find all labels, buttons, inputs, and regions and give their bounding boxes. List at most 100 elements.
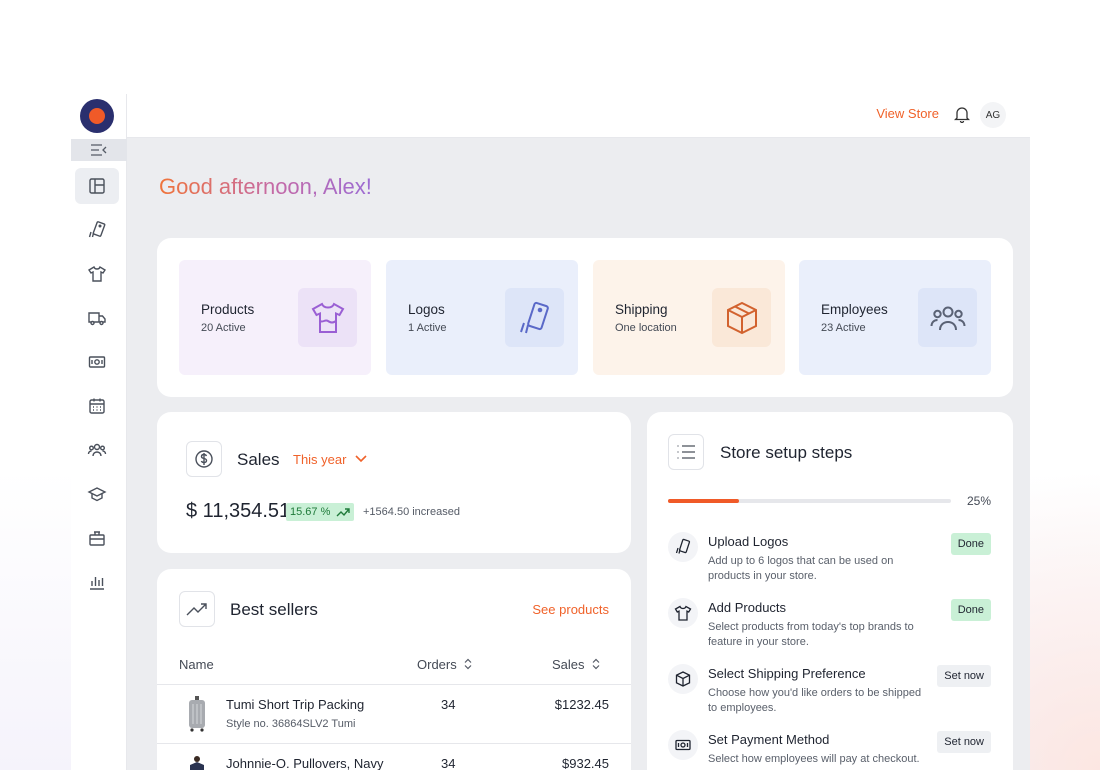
sidebar-item-logos[interactable] [75,212,119,248]
graduation-icon [87,487,107,502]
bell-icon[interactable] [954,105,970,123]
gift-icon [89,531,105,546]
column-header-orders[interactable]: Orders [417,657,473,672]
box-icon [726,301,757,334]
table-row-orders: 34 [441,697,456,712]
stat-subtitle: 1 Active [408,322,447,334]
list-icon [677,445,695,459]
luggage-thumbnail [189,696,205,732]
app-logo[interactable] [80,99,114,133]
trend-up-icon [336,508,350,517]
stat-icon-box [298,288,357,347]
step-title[interactable]: Select Shipping Preference [708,666,866,681]
shirt-icon [311,302,344,333]
step-description: Select how employees will pay at checkou… [708,753,920,765]
stat-title: Shipping [615,302,668,317]
table-row-name[interactable]: Tumi Short Trip Packing [226,697,364,712]
sales-amount: $ 11,354.51 [186,500,291,522]
step-title[interactable]: Upload Logos [708,534,788,549]
step-status-badge: Done [950,533,991,555]
see-products-link[interactable]: See products [532,602,609,617]
setup-title: Store setup steps [720,443,853,462]
avatar[interactable]: AG [980,102,1006,128]
shirt-icon [674,605,692,621]
table-divider [157,684,631,685]
table-row-sales: $932.45 [562,756,609,770]
tag-icon [675,538,691,554]
setup-progress-fill [668,499,739,503]
step-title[interactable]: Set Payment Method [708,732,829,747]
column-header-name[interactable]: Name [179,657,214,672]
period-select[interactable]: This year [293,452,346,467]
sidebar-item-dashboard[interactable] [75,168,119,204]
table-row-name[interactable]: Johnnie-O. Pullovers, Navy [226,756,384,770]
stat-employees[interactable]: Employees 23 Active [799,260,991,375]
pullover-thumbnail [190,756,204,770]
step-icon-box [668,730,698,760]
column-header-sales[interactable]: Sales [552,657,601,672]
stat-logos[interactable]: Logos 1 Active [386,260,578,375]
setup-icon-box [668,434,704,470]
sidebar-item-reports[interactable] [75,564,119,600]
table-divider [157,743,631,744]
change-percent: 15.67 % [290,506,331,518]
tag-icon [519,301,549,333]
sidebar-item-products[interactable] [75,256,119,292]
stat-products[interactable]: Products 20 Active [179,260,371,375]
bar-chart-icon [90,577,104,590]
step-description: Add up to 6 logos that can be used on pr… [708,555,894,582]
setup-progress-label: 25% [966,494,991,508]
page-greeting: Good afternoon, Alex! [159,174,372,199]
sidebar-item-employees[interactable] [75,432,119,468]
sales-card: Sales This year $ 11,354.51 15.67 % +156… [157,412,631,553]
stat-icon-box [918,288,977,347]
stat-icon-box [712,288,771,347]
best-sellers-icon-box [179,591,215,627]
trend-up-icon [186,603,207,616]
sidebar-item-courses[interactable] [75,476,119,512]
table-row-style: Style no. 36864SLV2 Tumi [226,718,356,730]
users-icon [930,306,965,330]
top-bar: View Store AG [127,94,1030,138]
stat-subtitle: 23 Active [821,322,866,334]
sidebar-item-shipping[interactable] [75,300,119,336]
dollar-icon [195,450,213,468]
best-sellers-title: Best sellers [230,600,318,619]
stat-subtitle: One location [615,322,677,334]
sidebar-item-gifts[interactable] [75,520,119,556]
stat-subtitle: 20 Active [201,322,246,334]
stat-title: Employees [821,302,888,317]
set-now-button[interactable]: Set now [937,665,991,687]
shirt-icon [88,265,106,282]
stat-title: Products [201,302,255,317]
view-store-link[interactable]: View Store [876,106,939,121]
layout-icon [89,178,105,194]
chevron-down-icon[interactable] [353,452,369,466]
step-icon-box [668,598,698,628]
table-row-sales: $1232.45 [554,697,609,712]
step-icon-box [668,664,698,694]
set-now-button[interactable]: Set now [937,731,991,753]
truck-icon [88,312,106,326]
tag-icon [88,221,106,238]
sort-icon [464,658,472,670]
cash-icon [88,356,106,368]
sidebar-item-calendar[interactable] [75,388,119,424]
step-status-badge: Done [950,599,991,621]
stat-icon-box [505,288,564,347]
step-title[interactable]: Add Products [708,600,786,615]
sales-title: Sales [237,450,280,469]
best-sellers-card: Best sellers See products Name Orders Sa… [157,569,631,770]
stat-shipping[interactable]: Shipping One location [593,260,785,375]
step-icon-box [668,532,698,562]
collapse-sidebar-button[interactable] [71,139,127,161]
increase-text: +1564.50 increased [363,506,460,518]
setup-progress-bar [668,499,951,503]
sidebar-item-payments[interactable] [75,344,119,380]
users-icon [87,443,107,457]
menu-collapse-icon [91,144,107,156]
box-icon [675,671,691,687]
sidebar [71,94,127,770]
sales-icon-box [186,441,222,477]
step-description: Choose how you'd like orders to be shipp… [708,687,922,714]
